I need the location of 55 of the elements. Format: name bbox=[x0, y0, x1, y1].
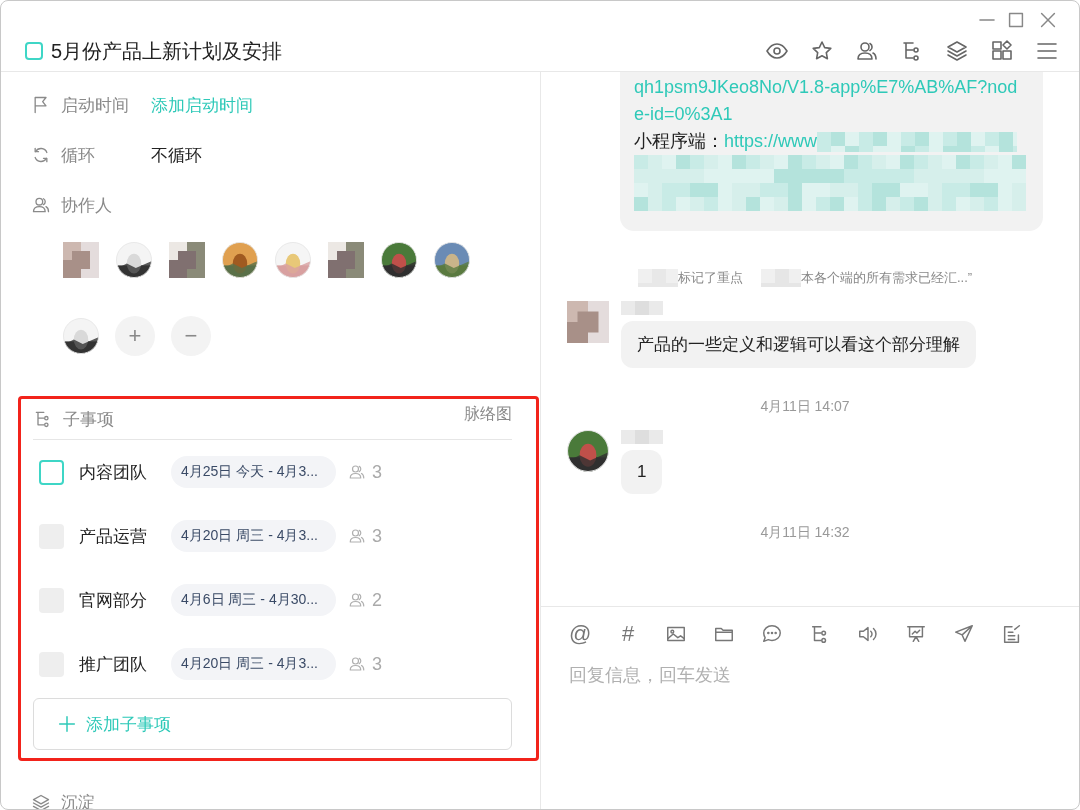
field-label: 协作人 bbox=[61, 194, 113, 217]
notice-text: 标记了重点 bbox=[677, 269, 743, 287]
toolbar-button[interactable]: @ bbox=[569, 623, 591, 645]
task-title: 5月份产品上新计划及安排 bbox=[51, 38, 284, 64]
member-count: 3 bbox=[372, 461, 382, 483]
remove-collaborator-button[interactable]: − bbox=[171, 316, 211, 356]
message-bubble: 产品的一些定义和逻辑可以看这个部分理解 bbox=[621, 321, 976, 368]
blurred-name bbox=[621, 301, 663, 315]
map-link[interactable]: 脉络图 bbox=[464, 403, 512, 425]
timestamp: 4月11日 14:32 bbox=[759, 524, 851, 542]
board-icon bbox=[905, 623, 927, 645]
member-count: 3 bbox=[372, 525, 382, 547]
users-icon bbox=[348, 591, 366, 609]
send-icon bbox=[953, 623, 975, 645]
field-label: 启动时间 bbox=[61, 94, 130, 117]
subtask-status-box[interactable] bbox=[39, 459, 64, 485]
timestamp: 4月11日 14:07 bbox=[759, 398, 851, 416]
note-icon bbox=[1001, 623, 1023, 645]
blurred-avatar bbox=[169, 242, 205, 278]
star-icon bbox=[810, 39, 834, 63]
date-range[interactable]: 4月20日 周三 - 4月3... bbox=[171, 648, 336, 680]
message-bubble: 1 bbox=[621, 450, 663, 494]
date-range[interactable]: 4月6日 周三 - 4月30... bbox=[171, 584, 336, 616]
section-title: 子事项 bbox=[63, 408, 115, 431]
blurred-avatar bbox=[328, 242, 364, 278]
users-icon bbox=[31, 195, 51, 215]
field-label: 循环 bbox=[61, 144, 96, 167]
date-range[interactable]: 4月25日 今天 - 4月3... bbox=[171, 456, 336, 488]
blurred-name bbox=[760, 269, 801, 287]
field-value: 不循环 bbox=[151, 144, 202, 167]
users-icon bbox=[348, 527, 366, 545]
message-text: 小程序端： bbox=[634, 130, 724, 153]
subtask-name[interactable]: 内容团队 bbox=[79, 460, 171, 484]
blurred-avatar bbox=[567, 301, 609, 343]
users-icon bbox=[348, 463, 366, 481]
subtask-name[interactable]: 推广团队 bbox=[79, 652, 171, 676]
users-icon bbox=[348, 655, 366, 673]
apps-icon bbox=[990, 39, 1014, 63]
add-collaborator-button[interactable]: + bbox=[115, 316, 155, 356]
date-range[interactable]: 4月20日 周三 - 4月3... bbox=[171, 520, 336, 552]
subtask-name[interactable]: 产品运营 bbox=[79, 524, 171, 548]
blurred-name bbox=[621, 430, 663, 444]
layers-icon bbox=[31, 792, 51, 809]
task-checkbox[interactable] bbox=[25, 42, 43, 60]
toolbar-button[interactable]: # bbox=[617, 623, 639, 645]
minimize-icon[interactable] bbox=[979, 19, 995, 21]
users-icon bbox=[855, 39, 879, 63]
subtask-name[interactable]: 官网部分 bbox=[79, 588, 171, 612]
blurred-avatar bbox=[63, 242, 99, 278]
chat-icon bbox=[761, 623, 783, 645]
notice-text: 本各个端的所有需求已经汇...” bbox=[800, 269, 973, 287]
layers-icon bbox=[945, 39, 969, 63]
plus-icon bbox=[56, 713, 78, 735]
member-count: 3 bbox=[372, 653, 382, 675]
member-count: 2 bbox=[372, 589, 382, 611]
